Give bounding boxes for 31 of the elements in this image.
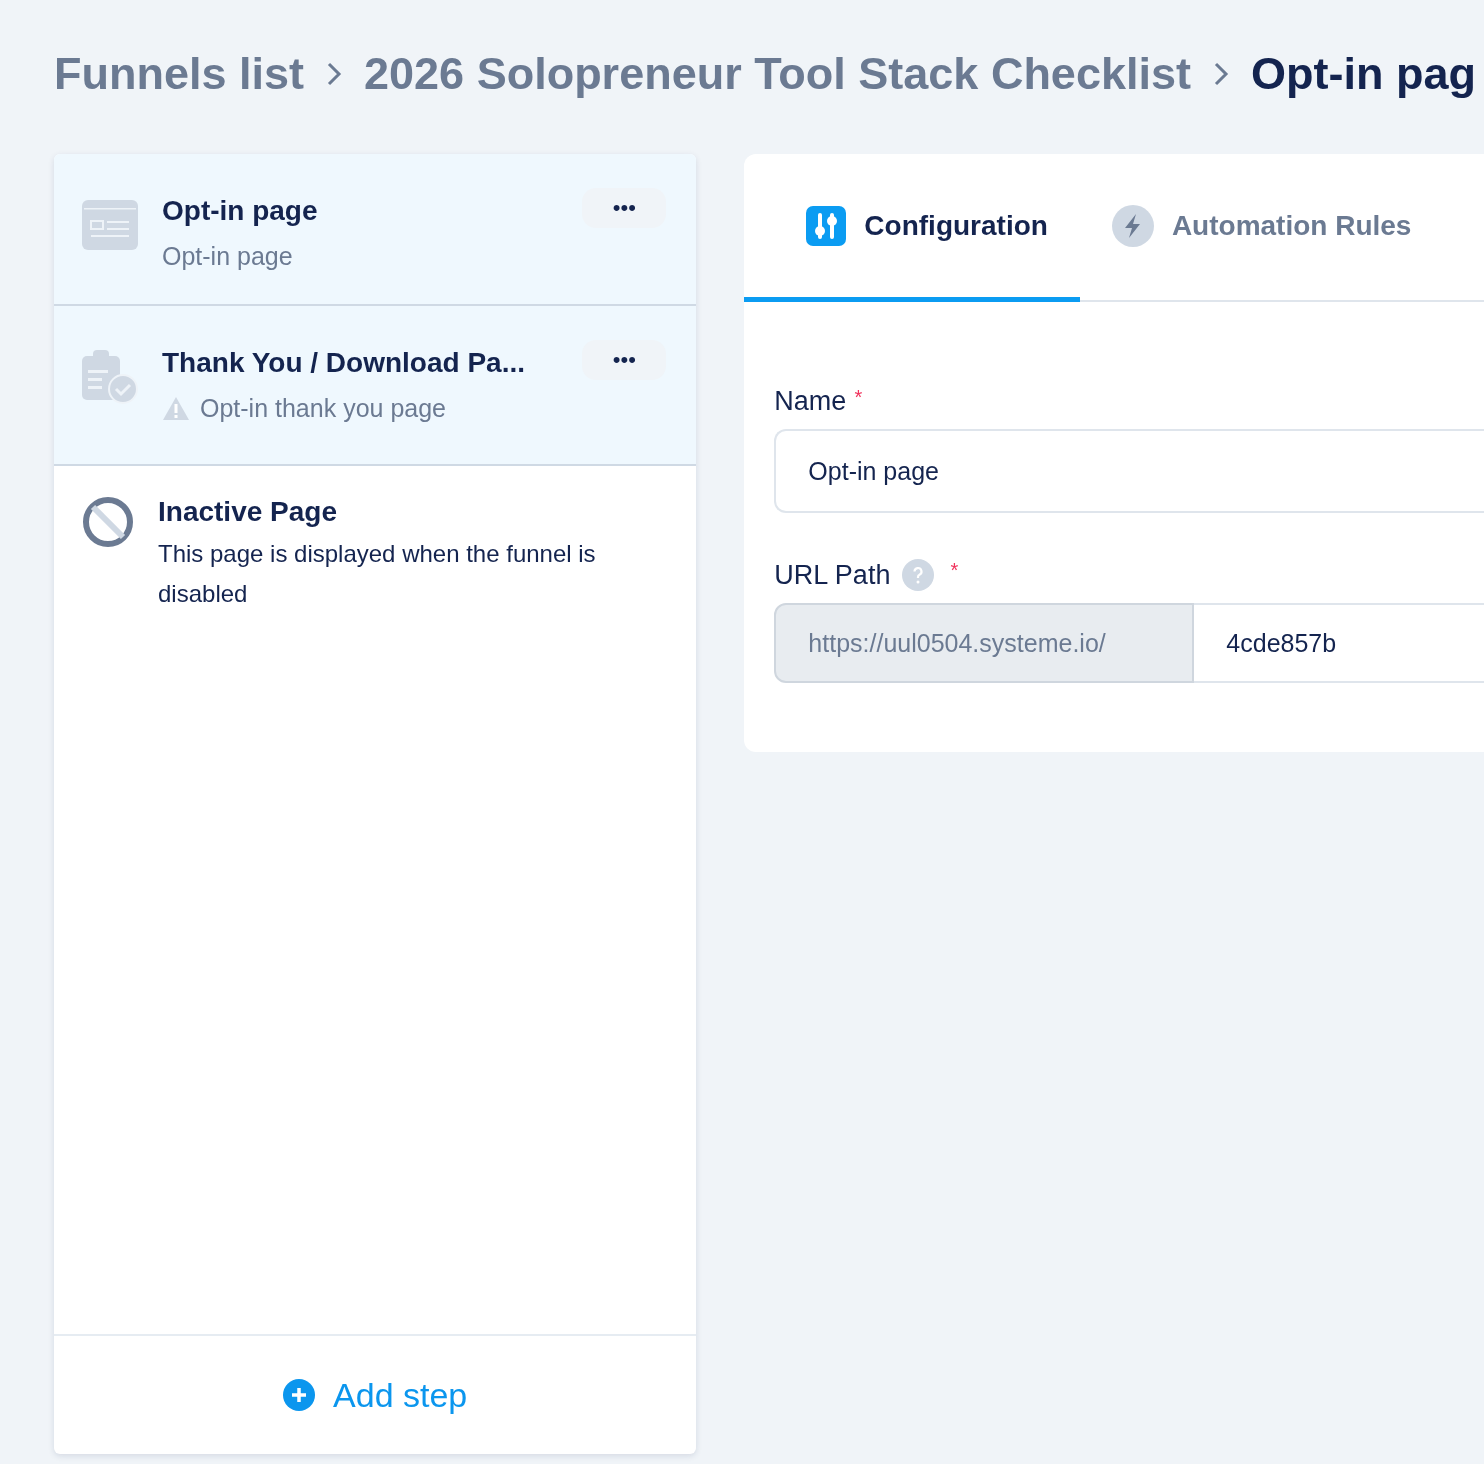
- breadcrumb-link[interactable]: 2026 Solopreneur Tool Stack Checklist: [364, 48, 1191, 100]
- funnel-step[interactable]: Thank You / Download Pa... Opt-in thank you page •••: [54, 306, 697, 466]
- prohibited-icon: [82, 496, 134, 548]
- webpage-icon: [82, 200, 138, 250]
- field-label: URL Path: [774, 559, 891, 591]
- funnel-step[interactable]: Opt-in page Opt-in page •••: [54, 154, 697, 306]
- more-options-button[interactable]: •••: [582, 340, 667, 380]
- sliders-icon: [806, 205, 847, 246]
- chevron-right-icon: [1213, 61, 1229, 87]
- step-title: Thank You / Download Pa...: [162, 346, 526, 380]
- more-options-button[interactable]: •••: [582, 188, 667, 228]
- breadcrumb-link[interactable]: Opt-in pag: [1251, 48, 1476, 100]
- step-subtitle: Opt-in page: [162, 242, 293, 271]
- tab[interactable]: Configuration: [744, 154, 1080, 302]
- plus-circle-icon: [283, 1379, 316, 1411]
- clipboard-check-icon: [82, 350, 138, 404]
- inactive-page-title: Inactive Page: [158, 496, 338, 528]
- url-path-input-field[interactable]: 4cde857b: [1194, 603, 1484, 683]
- step-subtitle: Opt-in thank you page: [200, 394, 446, 423]
- chevron-right-icon: [326, 61, 343, 87]
- tab[interactable]: Automation Rules: [1079, 154, 1444, 302]
- name-input-field[interactable]: Opt-in page: [774, 429, 1484, 513]
- step-title: Opt-in page: [162, 194, 319, 228]
- required-mark: *: [950, 559, 959, 582]
- required-mark: *: [854, 386, 863, 409]
- field-label: Name: [774, 386, 847, 417]
- breadcrumb-link[interactable]: Funnels list: [54, 48, 305, 100]
- help-icon[interactable]: [902, 559, 935, 591]
- url-prefix: https://uul0504.systeme.io/: [774, 603, 1195, 683]
- lightning-icon: [1111, 204, 1154, 247]
- inactive-page-description: This page is displayed when the funnel is disabled: [158, 539, 597, 609]
